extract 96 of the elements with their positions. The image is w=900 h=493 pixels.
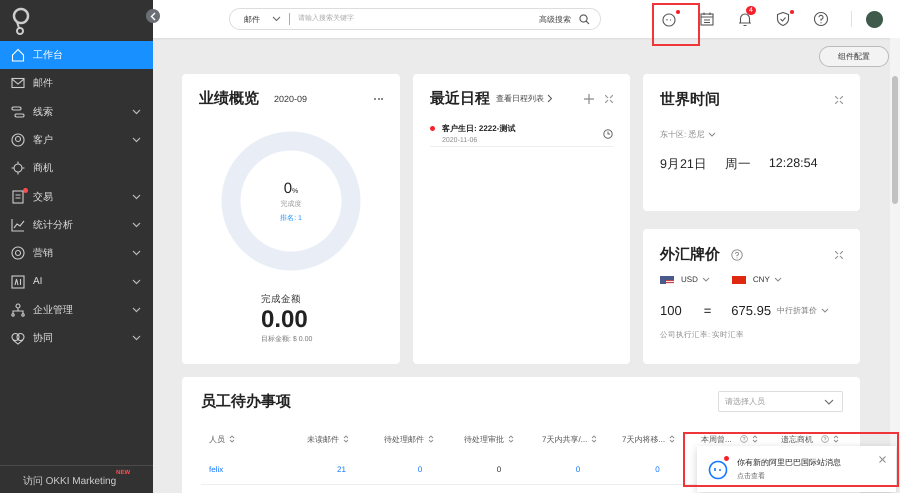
close-icon[interactable] <box>879 456 886 463</box>
sort-icon[interactable] <box>343 435 349 443</box>
amount-value: 0.00 <box>261 306 308 334</box>
time-text: 12:28:54 <box>768 156 818 172</box>
widget-config-button[interactable]: 组件配置 <box>819 46 889 67</box>
sort-icon[interactable] <box>428 435 434 443</box>
date-text: 9月21日 <box>660 156 707 173</box>
table-cell[interactable]: 0 <box>534 464 614 474</box>
help-icon[interactable] <box>731 248 743 260</box>
calendar-icon[interactable] <box>699 11 715 27</box>
column-header[interactable]: 人员 <box>209 434 225 444</box>
nav-item[interactable]: 商机 <box>0 154 153 182</box>
chevron-down-icon <box>824 398 834 404</box>
chevron-down-icon <box>708 132 716 137</box>
circle-icon <box>11 246 25 260</box>
period-label: 2020-09 <box>274 94 308 104</box>
ai-icon <box>11 274 25 289</box>
event-dot <box>430 126 435 131</box>
search-icon[interactable] <box>579 14 590 24</box>
column-header[interactable]: 7天内将移... <box>622 434 666 444</box>
target-icon <box>11 161 25 176</box>
chevron-down-icon <box>774 277 782 282</box>
table-cell[interactable]: felix <box>201 464 299 474</box>
card-title: 最近日程 <box>430 89 490 108</box>
nav-item[interactable]: 交易 <box>0 182 153 211</box>
nav-item[interactable]: AI <box>0 267 153 296</box>
logo-icon <box>12 6 30 34</box>
avatar[interactable] <box>866 10 883 28</box>
amount-text: 100 <box>660 303 682 318</box>
card-title: 世界时间 <box>660 90 720 109</box>
table-cell[interactable]: 21 <box>299 464 376 474</box>
notification-title: 你有新的阿里巴巴国际站消息 <box>737 457 842 468</box>
collapse-button[interactable] <box>146 9 160 23</box>
table-cell[interactable]: 0 <box>376 464 456 474</box>
table-cell[interactable]: 0 <box>614 464 693 474</box>
expand-icon[interactable] <box>605 94 613 102</box>
chevron-down-icon <box>272 16 281 22</box>
mail-icon <box>11 76 25 90</box>
shield-check-icon[interactable] <box>775 11 791 27</box>
card-title: 外汇牌价 <box>660 245 720 264</box>
event-title[interactable]: 客户生日: 2222-测试 <box>442 123 603 134</box>
assistant-face-icon[interactable] <box>661 11 677 27</box>
nav-item[interactable]: 协同 <box>0 324 153 352</box>
sort-icon[interactable] <box>833 435 839 443</box>
schedule-list-link[interactable]: 查看日程列表 <box>496 93 544 104</box>
sort-icon[interactable] <box>591 435 598 443</box>
rate-type-dropdown[interactable]: 中行折算价 <box>777 305 830 316</box>
column-header[interactable]: 未读邮件 <box>307 434 339 444</box>
nav-item[interactable]: 营销 <box>0 239 153 268</box>
scrollbar[interactable] <box>890 38 900 493</box>
equals-sign: = <box>704 303 712 318</box>
sort-icon[interactable] <box>229 435 235 443</box>
column-header[interactable]: 待处理邮件 <box>384 434 424 444</box>
sort-icon[interactable] <box>752 435 758 443</box>
sort-icon[interactable] <box>669 435 676 443</box>
expand-icon[interactable] <box>835 96 843 104</box>
converted-amount: 675.95 <box>731 303 772 318</box>
advanced-search-link[interactable]: 高级搜索 <box>539 14 571 24</box>
plus-icon[interactable] <box>584 94 594 104</box>
leads-icon <box>11 104 25 119</box>
card-title: 员工待办事项 <box>201 392 291 411</box>
heart-icon <box>11 331 25 346</box>
chevron-right-icon <box>547 94 553 103</box>
sort-icon[interactable] <box>508 435 514 443</box>
nav-item[interactable]: 客户 <box>0 126 153 154</box>
card-title: 业绩概览 <box>199 89 259 108</box>
amount-label: 完成金额 <box>261 293 301 306</box>
chevron-down-icon <box>702 277 710 282</box>
help-icon[interactable] <box>813 11 829 27</box>
column-header[interactable]: 遗忘商机 <box>781 434 813 444</box>
nav-item[interactable]: 邮件 <box>0 69 153 98</box>
flag-icon <box>660 276 674 284</box>
nav-item[interactable]: 统计分析 <box>0 210 153 240</box>
currency-dropdown[interactable]: CNY <box>752 275 782 284</box>
clock-icon <box>603 128 613 138</box>
table-cell-text: 0 <box>496 464 502 474</box>
flag-icon <box>732 276 746 284</box>
highlight-frame <box>652 3 700 46</box>
expand-icon[interactable] <box>835 250 843 258</box>
column-header[interactable]: 待处理审批 <box>464 434 504 444</box>
nav-item[interactable]: 企业管理 <box>0 296 153 324</box>
currency-dropdown[interactable]: USD <box>681 275 710 284</box>
nav-item[interactable]: 线索 <box>0 98 153 126</box>
weekday-text: 周一 <box>724 156 751 173</box>
chevron-down-icon <box>821 308 830 313</box>
marketing-link[interactable]: 访问 OKKI Marketing <box>22 474 116 488</box>
timezone-dropdown[interactable]: 东十区: 悉尼 <box>660 129 843 140</box>
chart-icon <box>11 218 25 232</box>
column-header[interactable]: 本周曾... <box>701 434 732 444</box>
customer-icon <box>11 133 25 148</box>
column-header[interactable]: 7天内共享/... <box>542 434 588 444</box>
bell-icon[interactable] <box>737 11 753 27</box>
chevron-left-icon <box>150 12 156 20</box>
home-icon <box>11 48 25 62</box>
search-scope-dropdown[interactable]: 邮件 <box>244 14 281 24</box>
org-chart-icon <box>11 302 25 317</box>
